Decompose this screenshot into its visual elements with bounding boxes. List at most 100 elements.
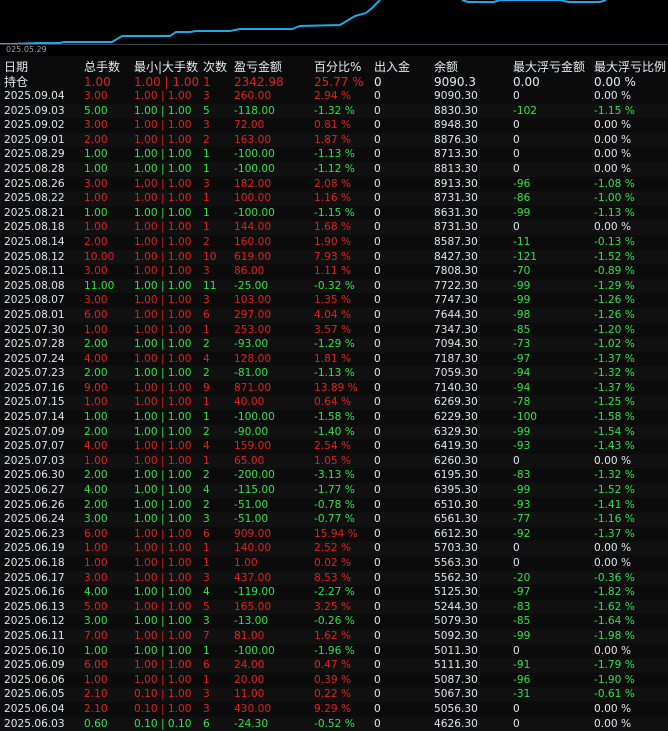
- row-balance: 8913.30: [434, 177, 478, 190]
- row-balance: 8427.30: [434, 250, 478, 263]
- row-cash-flow: 0: [374, 717, 381, 730]
- row-count: 1: [203, 323, 210, 336]
- row-date: 2025.06.16: [4, 586, 65, 599]
- row-count: 1: [203, 411, 210, 424]
- row-balance: 8731.30: [434, 221, 478, 234]
- row-pnl: -24.30: [234, 717, 269, 730]
- row-total-lots: 1.00: [84, 396, 108, 409]
- table-row: 2025.06.19 1.00 1.00 | 1.00 1 140.00 2.52 % 0 5…: [0, 541, 668, 556]
- row-count: 1: [203, 221, 210, 234]
- row-percent: -1.13 %: [314, 367, 355, 380]
- row-cash-flow: 0: [374, 659, 381, 672]
- row-date: 2025.08.18: [4, 221, 65, 234]
- row-count: 1: [203, 396, 210, 409]
- row-max-float-loss: -73: [513, 338, 531, 351]
- row-percent: -1.58 %: [314, 411, 355, 424]
- table-row: 2025.06.03 0.60 0.10 | 0.10 6 -24.30 -0.52 % 0…: [0, 717, 668, 731]
- row-percent: 1.35 %: [314, 294, 352, 307]
- row-date: 2025.06.17: [4, 571, 65, 584]
- table-row: 2025.06.06 1.00 1.00 | 1.00 1 20.00 0.39 % 0 50…: [0, 673, 668, 688]
- row-min-max-lots: 1.00 | 1.00: [134, 600, 192, 613]
- row-percent: 2.94 %: [314, 90, 352, 102]
- row-pnl: 160.00: [234, 235, 272, 248]
- row-total-lots: 1.00: [84, 454, 108, 467]
- row-min-max-lots: 1.00 | 1.00: [134, 119, 192, 132]
- row-max-float-loss: 0: [513, 454, 520, 467]
- row-max-float-loss-pct: -1.37 %: [594, 527, 635, 540]
- row-balance: 5703.30: [434, 542, 478, 555]
- row-max-float-loss: -91: [513, 659, 531, 672]
- row-max-float-loss-pct: -1.20 %: [594, 323, 635, 336]
- row-min-max-lots: 1.00 | 1.00: [134, 557, 192, 569]
- row-total-lots: 3.00: [84, 177, 108, 190]
- row-max-float-loss: -99: [513, 294, 531, 307]
- row-count: 5: [203, 600, 210, 613]
- row-total-lots: 1.00: [84, 192, 108, 205]
- row-total-lots: 3.00: [84, 294, 108, 307]
- row-count: 3: [203, 90, 210, 102]
- row-pnl: -81.00: [234, 367, 269, 380]
- row-max-float-loss: -83: [513, 469, 531, 482]
- row-count: 1: [203, 454, 210, 467]
- row-total-lots: 2.00: [84, 469, 108, 482]
- row-min-max-lots: 1.00 | 1.00: [134, 615, 192, 628]
- row-max-float-loss-pct: -1.29 %: [594, 279, 635, 292]
- row-cash-flow: 0: [374, 206, 381, 219]
- table-row: 2025.07.30 1.00 1.00 | 1.00 1 253.00 3.57 % 0 7…: [0, 323, 668, 338]
- row-date: 2025.06.24: [4, 513, 65, 526]
- row-percent: 1.90 %: [314, 235, 352, 248]
- row-cash-flow: 0: [374, 148, 381, 161]
- time-axis-label: 025.05.29: [6, 45, 47, 54]
- row-count: 4: [203, 586, 210, 599]
- row-cash-flow: 0: [374, 702, 381, 715]
- row-percent: 1.05 %: [314, 454, 352, 467]
- row-balance: 5244.30: [434, 600, 478, 613]
- row-min-max-lots: 1.00 | 1.00: [134, 484, 192, 497]
- row-max-float-loss-pct: 0.00 %: [594, 557, 632, 569]
- row-pnl: -200.00: [234, 469, 275, 482]
- row-cash-flow: 0: [374, 250, 381, 263]
- row-date: 2025.06.04: [4, 702, 65, 715]
- row-min-max-lots: 1.00 | 1.00: [134, 221, 192, 234]
- row-percent: 0.02 %: [314, 557, 352, 569]
- row-percent: -1.13 %: [314, 148, 355, 161]
- row-pnl: 619.00: [234, 250, 272, 263]
- row-cash-flow: 0: [374, 294, 381, 307]
- row-balance: 8731.30: [434, 192, 478, 205]
- row-date: 2025.06.13: [4, 600, 65, 613]
- holding-pnl: 2342.98: [234, 75, 284, 89]
- row-count: 3: [203, 265, 210, 278]
- row-pnl: 40.00: [234, 396, 265, 409]
- row-date: 2025.08.28: [4, 162, 65, 175]
- row-balance: 6612.30: [434, 527, 478, 540]
- row-count: 4: [203, 440, 210, 453]
- row-min-max-lots: 1.00 | 1.00: [134, 265, 192, 278]
- row-percent: -0.78 %: [314, 498, 355, 511]
- row-date: 2025.08.29: [4, 148, 65, 161]
- row-pnl: -100.00: [234, 644, 275, 657]
- row-percent: 15.94 %: [314, 527, 358, 540]
- row-pnl: 86.00: [234, 265, 265, 278]
- table-row: 2025.07.16 9.00 1.00 | 1.00 9 871.00 13.89 % 0…: [0, 381, 668, 396]
- row-max-float-loss-pct: 0.00 %: [594, 644, 632, 657]
- row-min-max-lots: 1.00 | 1.00: [134, 162, 192, 175]
- row-min-max-lots: 0.10 | 0.10: [134, 717, 192, 730]
- row-min-max-lots: 1.00 | 1.00: [134, 469, 192, 482]
- row-total-lots: 3.00: [84, 119, 108, 132]
- row-max-float-loss-pct: -1.15 %: [594, 104, 635, 117]
- row-date: 2025.06.11: [4, 629, 65, 642]
- row-balance: 5562.30: [434, 571, 478, 584]
- row-date: 2025.08.14: [4, 235, 65, 248]
- time-axis-line: [0, 44, 668, 45]
- row-total-lots: 1.00: [84, 673, 108, 686]
- holding-balance: 9090.3: [434, 75, 476, 89]
- row-date: 2025.08.26: [4, 177, 65, 190]
- holding-max-loss-pct: 0.00 %: [594, 75, 636, 89]
- row-pnl: 1.00: [234, 557, 258, 569]
- row-date: 2025.06.06: [4, 673, 65, 686]
- header-balance: 余额: [434, 60, 459, 74]
- row-min-max-lots: 1.00 | 1.00: [134, 235, 192, 248]
- row-pnl: 297.00: [234, 308, 272, 321]
- row-max-float-loss: -11: [513, 235, 531, 248]
- row-max-float-loss: -85: [513, 615, 531, 628]
